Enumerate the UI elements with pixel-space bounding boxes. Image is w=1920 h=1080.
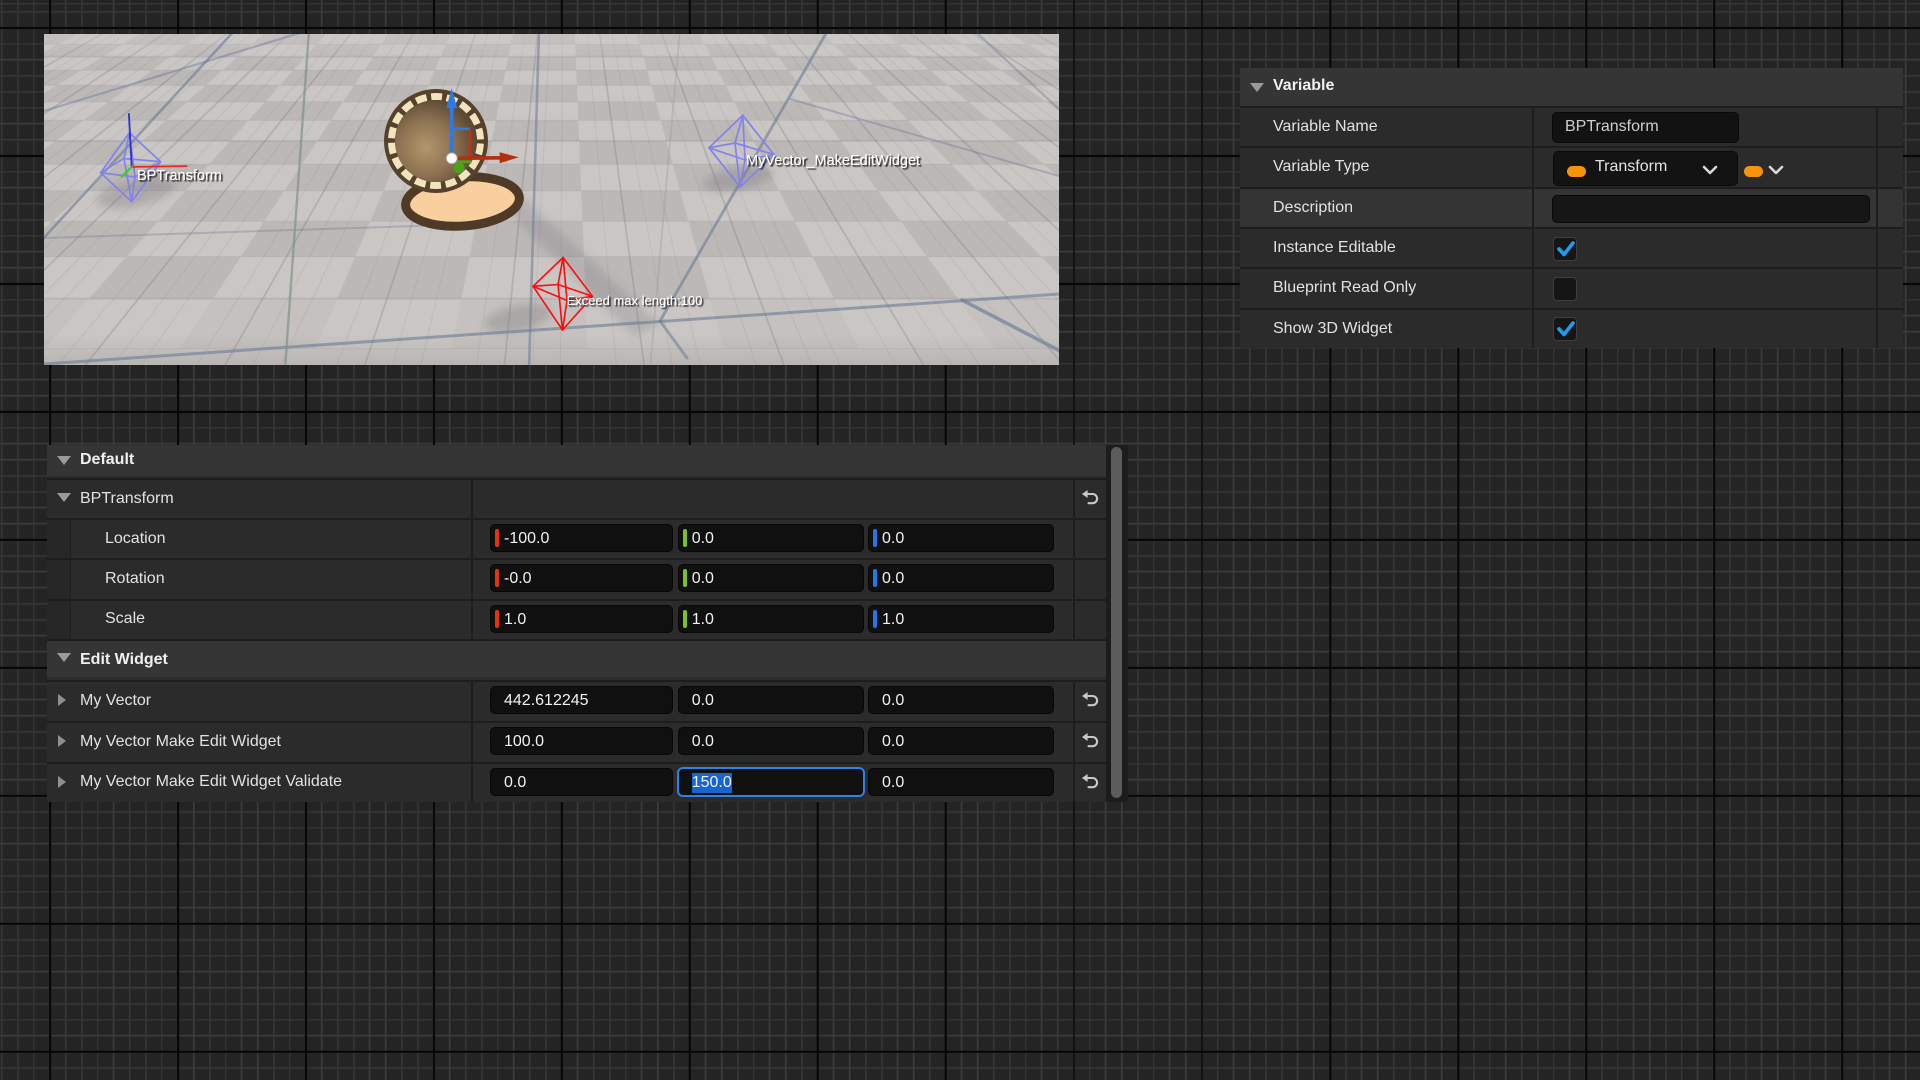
svg-text:MyVector_MakeEditWidget: MyVector_MakeEditWidget <box>746 153 920 169</box>
svg-text:Exceed max length:100: Exceed max length:100 <box>567 293 703 308</box>
svg-text:BPTransform: BPTransform <box>137 168 222 184</box>
